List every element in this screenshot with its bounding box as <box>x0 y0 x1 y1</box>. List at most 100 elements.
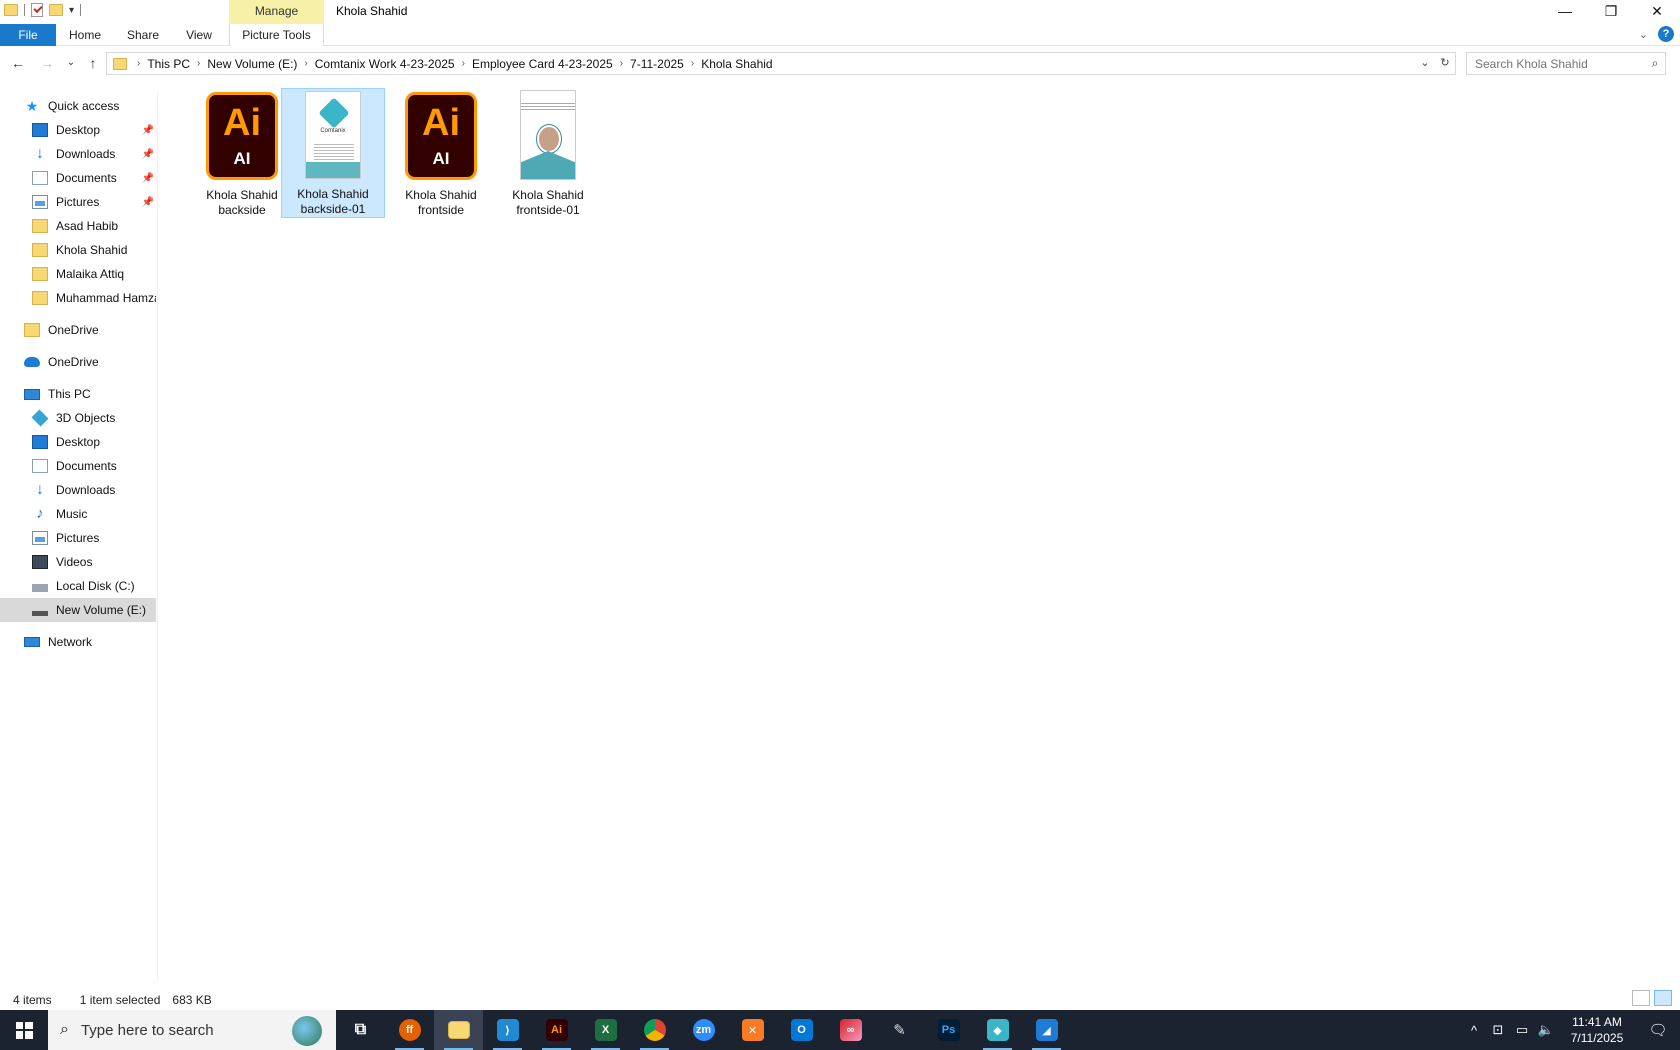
sidebar-item-network[interactable]: Network <box>0 630 156 654</box>
sidebar-item-3d-objects[interactable]: 3D Objects <box>0 406 156 430</box>
action-center-icon[interactable]: 🗨 <box>1636 1021 1680 1039</box>
tab-picture-tools[interactable]: Picture Tools <box>229 24 324 46</box>
taskbar-zoom[interactable]: zm <box>679 1010 728 1050</box>
folder-icon[interactable] <box>4 4 18 16</box>
pin-icon: 📌 <box>141 124 154 136</box>
taskbar-firefox[interactable]: ff <box>385 1010 434 1050</box>
sidebar-item-malaika-attiq[interactable]: Malaika Attiq <box>0 262 156 286</box>
minimize-button[interactable]: — <box>1542 0 1588 22</box>
restore-button[interactable]: ❐ <box>1588 0 1634 22</box>
address-bar[interactable]: › This PC › New Volume (E:) › Comtanix W… <box>106 52 1456 75</box>
taskbar-illustrator[interactable]: Ai <box>532 1010 581 1050</box>
taskbar-creative-cloud[interactable]: ∞ <box>826 1010 875 1050</box>
taskbar-photoshop[interactable]: Ps <box>924 1010 973 1050</box>
help-icon[interactable]: ? <box>1658 26 1674 42</box>
search-highlight-icon[interactable] <box>292 1016 322 1046</box>
file-item-selected[interactable]: Comtanix Khola Shahid backside-01 <box>281 88 385 218</box>
taskbar-search[interactable]: ⌕ Type here to search <box>48 1010 336 1050</box>
search-input[interactable] <box>1475 56 1635 71</box>
sidebar-item-documents-pc[interactable]: Documents <box>0 454 156 478</box>
taskbar-xampp[interactable]: ✕ <box>728 1010 777 1050</box>
details-view-button[interactable] <box>1632 990 1650 1006</box>
sidebar-item-label: Network <box>48 635 93 649</box>
chevron-right-icon[interactable]: › <box>193 58 204 69</box>
sidebar-item-onedrive-folder[interactable]: OneDrive <box>0 318 156 342</box>
customize-toolbar-dropdown[interactable]: ▾ <box>69 5 74 16</box>
sidebar-item-muhammad-hamza[interactable]: Muhammad Hamza <box>0 286 156 310</box>
file-name: Khola Shahid frontside-01 <box>498 188 598 218</box>
expand-ribbon-icon[interactable]: ⌄ <box>1639 28 1648 41</box>
thumbnail-footer <box>306 162 360 178</box>
search-icon[interactable]: ⌕ <box>1645 56 1665 71</box>
taskbar-file-explorer[interactable] <box>434 1010 483 1050</box>
sidebar-item-this-pc[interactable]: This PC <box>0 382 156 406</box>
sidebar-item-pictures[interactable]: Pictures 📌 <box>0 190 156 214</box>
chevron-right-icon[interactable]: › <box>458 58 469 69</box>
taskbar-pen-tool[interactable]: ✎ <box>875 1010 924 1050</box>
forward-button[interactable]: → <box>38 54 56 72</box>
tab-share[interactable]: Share <box>118 24 168 46</box>
tab-view[interactable]: View <box>174 24 224 46</box>
taskbar-outlook[interactable]: O <box>777 1010 826 1050</box>
sidebar-item-videos[interactable]: Videos <box>0 550 156 574</box>
clock[interactable]: 11:41 AM 7/11/2025 <box>1558 1014 1636 1046</box>
wifi-icon[interactable]: ▭ <box>1510 1022 1534 1038</box>
sidebar-item-downloads-pc[interactable]: ↓ Downloads <box>0 478 156 502</box>
sidebar-item-asad-habib[interactable]: Asad Habib <box>0 214 156 238</box>
chevron-right-icon[interactable]: › <box>300 58 311 69</box>
volume-icon[interactable]: 🔈 <box>1534 1022 1558 1038</box>
file-list: Ai AI Khola Shahid backside Comtanix Kho… <box>160 86 1680 986</box>
sidebar-item-desktop[interactable]: Desktop 📌 <box>0 118 156 142</box>
drive-icon <box>32 584 48 592</box>
address-history-dropdown[interactable]: ⌄ <box>1415 53 1435 74</box>
up-button[interactable]: ↑ <box>84 54 102 72</box>
taskbar-chrome[interactable] <box>630 1010 679 1050</box>
sidebar-item-downloads[interactable]: ↓ Downloads 📌 <box>0 142 156 166</box>
breadcrumb-this-pc[interactable]: This PC <box>144 57 193 71</box>
firefox-icon: ff <box>398 1019 421 1041</box>
sidebar-item-label: Pictures <box>56 531 100 545</box>
breadcrumb-comtanix-work[interactable]: Comtanix Work 4-23-2025 <box>312 57 458 71</box>
breadcrumb-employee-card[interactable]: Employee Card 4-23-2025 <box>469 57 616 71</box>
thumbnail-text-lines <box>314 142 354 160</box>
file-item[interactable]: Khola Shahid frontside-01 <box>496 88 600 218</box>
sidebar-item-onedrive[interactable]: OneDrive <box>0 350 156 374</box>
recent-locations-button[interactable]: ⌄ <box>62 54 80 72</box>
close-button[interactable]: ✕ <box>1634 0 1680 22</box>
sidebar-item-documents[interactable]: Documents 📌 <box>0 166 156 190</box>
file-item[interactable]: Ai AI Khola Shahid backside <box>190 88 294 218</box>
search-box[interactable]: ⌕ <box>1466 52 1666 75</box>
tab-file[interactable]: File <box>0 24 56 46</box>
properties-icon[interactable] <box>31 3 43 17</box>
sidebar-item-label: OneDrive <box>48 323 99 337</box>
breadcrumb-current-folder[interactable]: Khola Shahid <box>698 57 775 71</box>
start-button[interactable] <box>0 1010 48 1050</box>
network-status-icon[interactable]: ⊡ <box>1486 1022 1510 1038</box>
sidebar-item-quick-access[interactable]: ★ Quick access <box>0 94 156 118</box>
sidebar-item-pictures-pc[interactable]: Pictures <box>0 526 156 550</box>
back-button[interactable]: ← <box>9 54 27 72</box>
sidebar-item-local-disk-c[interactable]: Local Disk (C:) <box>0 574 156 598</box>
taskbar-paint-app[interactable]: ◢ <box>1022 1010 1071 1050</box>
refresh-icon[interactable]: ↻ <box>1435 53 1455 74</box>
tab-home[interactable]: Home <box>60 24 110 46</box>
taskbar-comtanix-app[interactable]: ◆ <box>973 1010 1022 1050</box>
taskbar-vscode[interactable]: ⟩ <box>483 1010 532 1050</box>
task-view-button[interactable]: ⧉ <box>336 1010 385 1050</box>
thumbnail-text-lines <box>521 101 575 111</box>
taskbar-excel[interactable]: X <box>581 1010 630 1050</box>
sidebar-item-new-volume-e[interactable]: New Volume (E:) <box>0 598 156 622</box>
chevron-right-icon[interactable]: › <box>687 58 698 69</box>
sidebar-item-khola-shahid[interactable]: Khola Shahid <box>0 238 156 262</box>
file-name-line: Khola Shahid <box>297 187 369 201</box>
file-item[interactable]: Ai AI Khola Shahid frontside <box>389 88 493 218</box>
new-folder-icon[interactable] <box>49 4 63 16</box>
chevron-right-icon[interactable]: › <box>133 58 144 69</box>
show-hidden-icons-button[interactable]: ^ <box>1462 1023 1486 1038</box>
sidebar-item-music[interactable]: ♪ Music <box>0 502 156 526</box>
breadcrumb-date-folder[interactable]: 7-11-2025 <box>627 57 687 71</box>
chevron-right-icon[interactable]: › <box>616 58 627 69</box>
breadcrumb-new-volume[interactable]: New Volume (E:) <box>204 57 300 71</box>
large-icons-view-button[interactable] <box>1654 990 1672 1006</box>
sidebar-item-desktop-pc[interactable]: Desktop <box>0 430 156 454</box>
